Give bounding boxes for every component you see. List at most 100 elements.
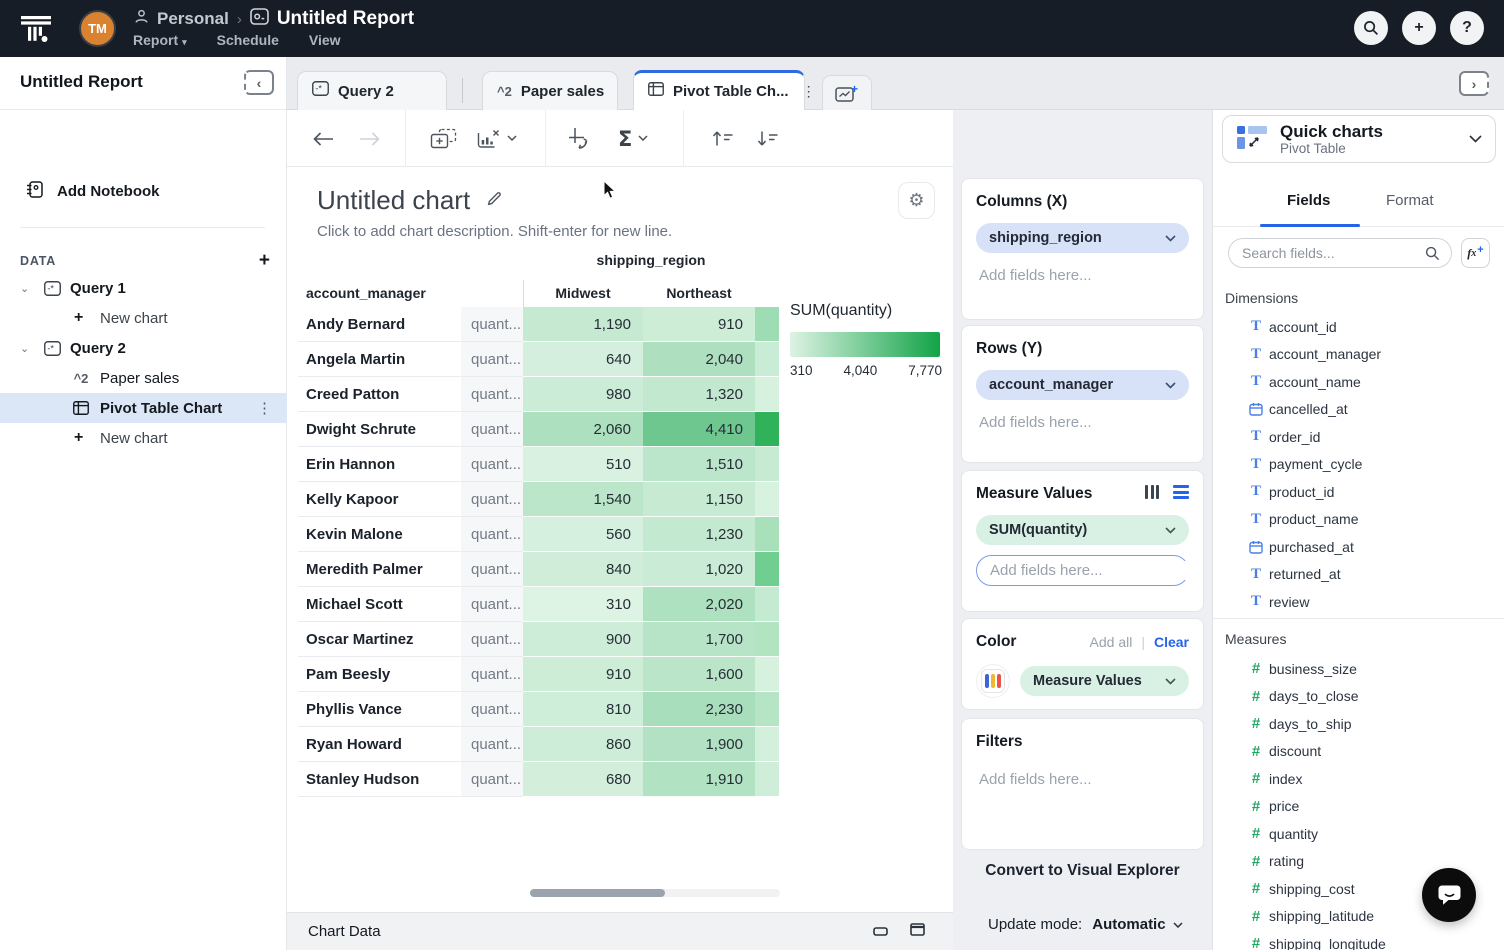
sidebar-item-query2[interactable]: ⌄ -* Query 2 [0, 333, 287, 363]
measure-values-add-field-input[interactable] [988, 561, 1191, 580]
measure-field-item[interactable]: #price [1213, 793, 1504, 821]
dimension-field-item[interactable]: Tproduct_id [1213, 478, 1504, 506]
expand-panel-icon[interactable] [910, 923, 925, 941]
heatmap-cell[interactable]: 1,910 [643, 762, 755, 797]
heatmap-cell[interactable]: 640 [523, 342, 643, 377]
heatmap-cell[interactable]: 910 [643, 307, 755, 342]
heatmap-cell[interactable]: 980 [523, 377, 643, 412]
heatmap-cell[interactable]: 1,190 [523, 307, 643, 342]
measure-field-item[interactable]: #discount [1213, 738, 1504, 766]
minimize-panel-icon[interactable] [873, 923, 888, 941]
rows-y-add-fields[interactable]: Add fields here... [976, 414, 1189, 431]
back-button[interactable] [313, 110, 334, 167]
filters-add-fields[interactable]: Add fields here... [976, 771, 1189, 788]
dimension-field-item[interactable]: Tproduct_name [1213, 506, 1504, 534]
update-mode-select[interactable]: Automatic [1092, 916, 1182, 933]
dimension-field-item[interactable]: Torder_id [1213, 423, 1504, 451]
heatmap-cell-partial[interactable] [755, 342, 779, 377]
tab-paper-sales[interactable]: ^2 Paper sales [482, 71, 618, 110]
help-button[interactable]: ? [1450, 11, 1484, 45]
dimension-field-item[interactable]: Tpayment_cycle [1213, 451, 1504, 479]
remove-chart-dropdown[interactable] [477, 110, 517, 167]
measure-field-item[interactable]: #days_to_close [1213, 683, 1504, 711]
heatmap-cell-partial[interactable] [755, 587, 779, 622]
chat-widget-button[interactable] [1422, 868, 1476, 922]
dimension-field-item[interactable]: cancelled_at [1213, 396, 1504, 424]
heatmap-cell-partial[interactable] [755, 762, 779, 797]
heatmap-cell[interactable]: 1,600 [643, 657, 755, 692]
dimension-field-item[interactable]: Taccount_manager [1213, 341, 1504, 369]
heatmap-cell-partial[interactable] [755, 622, 779, 657]
heatmap-cell[interactable]: 1,230 [643, 517, 755, 552]
measure-field-item[interactable]: #index [1213, 765, 1504, 793]
measure-field-item[interactable]: #shipping_longitude [1213, 930, 1504, 950]
heatmap-cell[interactable]: 2,230 [643, 692, 755, 727]
forward-button[interactable] [359, 110, 380, 167]
sidebar-item-new-chart-2[interactable]: + New chart [0, 423, 287, 453]
color-clear-link[interactable]: Clear [1154, 634, 1189, 650]
swap-axes-button[interactable] [568, 110, 592, 167]
scrollbar-thumb[interactable] [530, 889, 665, 897]
tab-pivot-table-chart[interactable]: Pivot Table Ch... ⋮ [633, 70, 805, 110]
heatmap-cell-partial[interactable] [755, 377, 779, 412]
avatar[interactable]: TM [79, 10, 116, 47]
heatmap-cell[interactable]: 560 [523, 517, 643, 552]
heatmap-cell[interactable]: 860 [523, 727, 643, 762]
measure-field-item[interactable]: #quantity [1213, 820, 1504, 848]
menu-report[interactable]: Report▾ [133, 32, 187, 48]
heatmap-cell[interactable]: 1,700 [643, 622, 755, 657]
heatmap-cell-partial[interactable] [755, 482, 779, 517]
app-logo-icon[interactable] [18, 11, 54, 52]
tab-format[interactable]: Format [1386, 192, 1434, 209]
chart-title[interactable]: Untitled chart [317, 185, 470, 216]
columns-x-field-pill[interactable]: shipping_region [976, 223, 1189, 253]
heatmap-cell-partial[interactable] [755, 447, 779, 482]
menu-view[interactable]: View [309, 32, 341, 48]
heatmap-cell-partial[interactable] [755, 412, 779, 447]
dimension-field-item[interactable]: Taccount_id [1213, 313, 1504, 341]
collapse-sidebar-button[interactable]: ‹ [244, 70, 274, 95]
heatmap-cell[interactable]: 1,020 [643, 552, 755, 587]
search-button[interactable] [1354, 11, 1388, 45]
heatmap-cell[interactable]: 910 [523, 657, 643, 692]
sort-descending-button[interactable] [756, 110, 779, 167]
rows-layout-icon[interactable] [1173, 485, 1189, 499]
chevron-down-icon[interactable]: ⌄ [20, 282, 34, 295]
menu-schedule[interactable]: Schedule [217, 32, 279, 48]
heatmap-cell[interactable]: 510 [523, 447, 643, 482]
heatmap-cell-partial[interactable] [755, 692, 779, 727]
dimension-field-item[interactable]: Treturned_at [1213, 561, 1504, 589]
add-notebook-button[interactable]: Add Notebook [26, 181, 160, 202]
heatmap-cell[interactable]: 310 [523, 587, 643, 622]
quick-charts-selector[interactable]: Quick charts Pivot Table [1222, 115, 1496, 163]
add-formula-button[interactable]: fx+ [1461, 238, 1490, 268]
convert-to-visual-explorer-button[interactable]: Convert to Visual Explorer [961, 862, 1204, 880]
chart-description[interactable]: Click to add chart description. Shift-en… [317, 223, 672, 240]
heatmap-cell[interactable]: 900 [523, 622, 643, 657]
heatmap-cell-partial[interactable] [755, 552, 779, 587]
edit-title-icon[interactable] [486, 190, 503, 212]
horizontal-scrollbar[interactable] [530, 889, 780, 897]
heatmap-cell-partial[interactable] [755, 657, 779, 692]
dimension-field-item[interactable]: purchased_at [1213, 533, 1504, 561]
rows-y-field-pill[interactable]: account_manager [976, 370, 1189, 400]
search-fields-input[interactable] [1240, 244, 1425, 262]
color-add-all-link[interactable]: Add all [1090, 634, 1133, 650]
heatmap-cell[interactable]: 1,900 [643, 727, 755, 762]
heatmap-cell-partial[interactable] [755, 517, 779, 552]
sidebar-item-paper-sales[interactable]: ^2 Paper sales [0, 363, 287, 393]
measure-field-item[interactable]: #business_size [1213, 655, 1504, 683]
add-chart-tab-button[interactable]: + [822, 75, 872, 111]
tab-menu-icon[interactable]: ⋮ [802, 83, 817, 100]
heatmap-cell[interactable]: 2,060 [523, 412, 643, 447]
collapse-right-panel-button[interactable]: › [1459, 71, 1489, 96]
heatmap-cell-partial[interactable] [755, 307, 779, 342]
heatmap-cell[interactable]: 1,510 [643, 447, 755, 482]
add-data-button[interactable]: + [259, 250, 270, 272]
chart-settings-button[interactable]: ⚙ [898, 182, 935, 219]
measure-field-item[interactable]: #days_to_ship [1213, 710, 1504, 738]
sidebar-item-query1[interactable]: ⌄ -* Query 1 [0, 273, 287, 303]
add-to-canvas-button[interactable] [430, 110, 457, 167]
chart-data-label[interactable]: Chart Data [308, 923, 381, 940]
columns-x-add-fields[interactable]: Add fields here... [976, 267, 1189, 284]
